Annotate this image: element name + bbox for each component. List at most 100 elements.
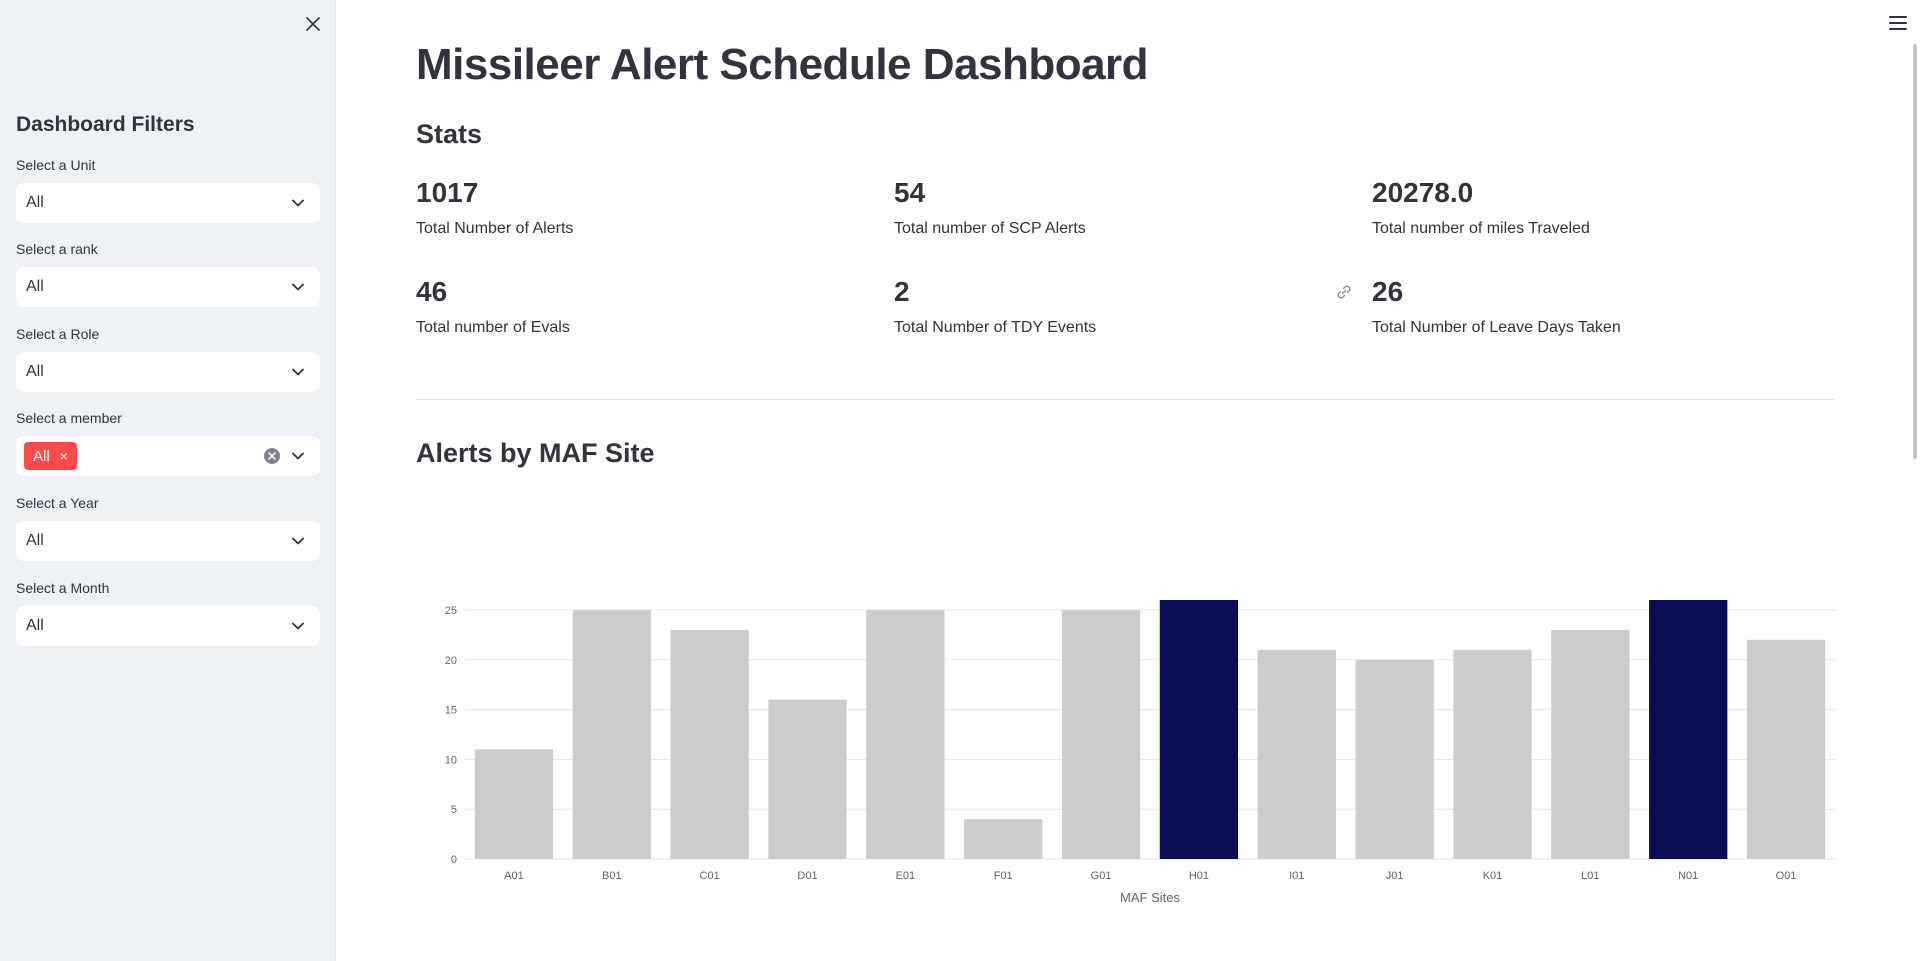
bar-f01 [964,819,1043,859]
member-tag-all: All × [24,442,77,470]
sidebar-title: Dashboard Filters [16,113,195,136]
member-multiselect[interactable]: All × [16,436,320,476]
close-sidebar-button[interactable] [301,12,325,36]
chevron-down-icon [288,446,308,466]
bar-h01 [1159,600,1239,859]
metric-evals: 46 Total number of Evals [416,275,836,337]
month-filter: Select a Month All [16,579,320,646]
bar-d01 [768,699,847,859]
member-tag-label: All [33,447,50,465]
sidebar: Dashboard Filters Select a Unit All Sele… [0,0,336,961]
main-menu-button[interactable] [1887,14,1909,32]
chevron-down-icon [288,193,308,213]
bar-c01 [670,629,749,859]
x-tick-label: A01 [504,870,524,882]
x-tick-label: N01 [1678,870,1698,882]
x-tick-label: C01 [700,870,720,882]
metric-value: 2 [894,276,910,307]
month-select-value: All [26,617,44,634]
y-tick-label: 15 [445,705,457,717]
metric-label: Total number of SCP Alerts [894,220,1086,237]
chart-heading: Alerts by MAF Site [416,438,655,468]
x-axis-title: MAF Sites [1120,890,1180,905]
month-select[interactable]: All [16,606,320,646]
y-tick-label: 0 [451,854,457,866]
metric-label: Total Number of Leave Days Taken [1372,319,1621,336]
year-select-value: All [26,532,44,549]
y-tick-label: 25 [445,605,457,617]
metric-label: Total Number of TDY Events [894,319,1097,336]
member-filter: Select a member All × [16,409,320,476]
role-select-value: All [26,363,44,380]
metric-miles-traveled: 20278.0 Total number of miles Traveled [1372,176,1792,238]
metric-label: Total number of Evals [416,319,570,336]
metric-scp-alerts: 54 Total number of SCP Alerts [894,176,1314,238]
x-tick-label: O01 [1776,870,1797,882]
bar-e01 [866,609,945,859]
x-tick-label: J01 [1386,870,1404,882]
metric-label: Total number of miles Traveled [1372,220,1590,237]
unit-filter: Select a Unit All [16,156,320,223]
unit-select-value: All [26,194,44,211]
chevron-down-icon [288,616,308,636]
y-tick-label: 20 [445,655,457,667]
unit-filter-label: Select a Unit [16,157,96,173]
x-tick-label: G01 [1091,870,1112,882]
bar-o01 [1746,639,1826,859]
role-filter-label: Select a Role [16,326,100,342]
metric-leave-days: 26 Total Number of Leave Days Taken [1372,275,1792,337]
metric-tdy-events: 2 Total Number of TDY Events [894,275,1314,337]
year-filter-label: Select a Year [16,495,99,511]
close-icon [306,17,320,31]
chevron-down-icon [288,362,308,382]
year-select[interactable]: All [16,521,320,561]
metric-value: 1017 [416,177,479,208]
clear-all-icon[interactable] [264,448,280,464]
metric-value: 54 [894,177,926,208]
bar-a01 [474,749,554,859]
x-tick-label: I01 [1289,870,1304,882]
x-tick-label: D01 [797,870,817,882]
stats-heading: Stats [416,119,483,149]
page-scrollbar[interactable] [1913,44,1917,459]
metric-total-alerts: 1017 Total Number of Alerts [416,176,836,238]
section-divider [416,399,1835,400]
bar-l01 [1551,629,1630,859]
metric-value: 46 [416,276,448,307]
link-icon[interactable] [1334,282,1354,302]
bar-b01 [572,609,651,859]
chevron-down-icon [288,277,308,297]
y-tick-label: 10 [445,754,457,766]
member-filter-label: Select a member [16,410,122,426]
bar-i01 [1257,649,1336,859]
rank-filter-label: Select a rank [16,241,98,257]
role-filter: Select a Role All [16,325,320,392]
rank-select-value: All [26,278,44,295]
remove-tag-icon[interactable]: × [60,449,68,463]
year-filter: Select a Year All [16,494,320,561]
metric-label: Total Number of Alerts [416,220,574,237]
month-filter-label: Select a Month [16,580,110,596]
rank-select[interactable]: All [16,267,320,307]
bar-j01 [1355,659,1434,859]
metric-value: 26 [1372,276,1404,307]
hamburger-icon-line [1889,28,1907,30]
metric-value: 20278.0 [1372,177,1474,208]
x-tick-label: L01 [1581,870,1599,882]
bar-n01 [1649,600,1728,859]
page-title: Missileer Alert Schedule Dashboard [416,40,1149,89]
chevron-down-icon [288,531,308,551]
y-tick-label: 5 [451,804,457,816]
unit-select[interactable]: All [16,183,320,223]
role-select[interactable]: All [16,352,320,392]
x-tick-label: H01 [1189,870,1209,882]
hamburger-icon-line [1889,16,1907,18]
bar-g01 [1061,609,1141,859]
rank-filter: Select a rank All [16,240,320,307]
x-tick-label: K01 [1483,870,1503,882]
x-tick-label: F01 [994,870,1013,882]
bar-k01 [1453,649,1532,859]
x-tick-label: B01 [602,870,622,882]
alerts-by-maf-site-chart: 0 5 10 15 20 25 A01 B01 C01 D01 E01 F01 G01 H01 I01 J01… [445,600,1835,905]
hamburger-icon-line [1889,22,1907,24]
